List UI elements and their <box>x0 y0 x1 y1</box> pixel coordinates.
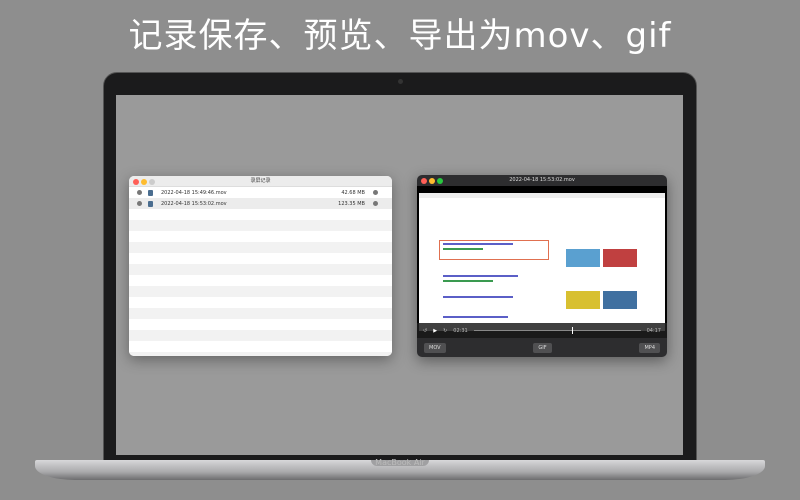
device-label: MacBook Air <box>375 458 425 467</box>
video-thumbnail <box>603 291 637 309</box>
browser-toolbar <box>419 193 665 198</box>
file-icon <box>148 189 153 196</box>
title-bar: 2022-04-18 15:53:02.mov <box>417 175 667 186</box>
file-name: 2022-04-18 15:49:46.mov <box>161 189 227 196</box>
forward-icon[interactable]: ↻ <box>443 328 447 334</box>
result-link <box>443 316 508 318</box>
zoom-button[interactable] <box>437 178 443 184</box>
video-thumbnail <box>566 249 600 267</box>
settings-icon[interactable] <box>137 201 142 206</box>
headline: 记录保存、预览、导出为mov、gif <box>128 16 672 56</box>
result-url <box>443 280 493 282</box>
slider-knob[interactable] <box>572 327 574 334</box>
title-bar: 录屏记录 <box>129 176 392 187</box>
list-item[interactable]: 2022-04-18 15:53:02.mov 123.35 MB <box>129 198 392 209</box>
video-frame <box>419 193 665 331</box>
progress-slider[interactable] <box>473 327 641 334</box>
window-title: 录屏记录 <box>250 178 271 184</box>
video-thumbnail <box>566 291 600 309</box>
more-icon[interactable] <box>373 190 378 195</box>
list-item[interactable]: 2022-04-18 15:49:46.mov 42.68 MB <box>129 187 392 198</box>
video-player[interactable]: ↺ ▶ ↻ 02:31 04:17 <box>417 186 667 338</box>
play-icon[interactable]: ▶ <box>433 328 437 334</box>
file-icon <box>148 200 153 207</box>
records-window: 录屏记录 2022-04-18 15:49:46.mov 42.68 MB 20… <box>129 176 392 356</box>
file-name: 2022-04-18 15:53:02.mov <box>161 200 227 207</box>
more-icon[interactable] <box>373 201 378 206</box>
file-size: 42.68 MB <box>341 189 365 196</box>
file-size: 123.35 MB <box>338 200 365 207</box>
export-gif-button[interactable]: GIF <box>533 342 552 353</box>
camera <box>398 79 403 84</box>
close-button[interactable] <box>421 178 427 184</box>
empty-rows <box>129 209 392 356</box>
result-link <box>443 296 513 298</box>
video-thumbnail <box>603 249 637 267</box>
total-time: 04:17 <box>646 327 661 334</box>
result-link <box>443 275 518 277</box>
rewind-icon[interactable]: ↺ <box>423 328 427 334</box>
current-time: 02:31 <box>453 327 468 334</box>
export-bar: MOV GIF MP4 <box>417 338 667 357</box>
preview-window: 2022-04-18 15:53:02.mov ↺ ▶ ↻ 02:31 04:1… <box>417 175 667 357</box>
export-mp4-button[interactable]: MP4 <box>639 342 660 353</box>
result-link <box>443 243 513 245</box>
settings-icon[interactable] <box>137 190 142 195</box>
records-list: 2022-04-18 15:49:46.mov 42.68 MB 2022-04… <box>129 187 392 356</box>
zoom-button[interactable] <box>149 179 155 185</box>
minimize-button[interactable] <box>141 179 147 185</box>
playback-controls: ↺ ▶ ↻ 02:31 04:17 <box>417 323 667 338</box>
minimize-button[interactable] <box>429 178 435 184</box>
close-button[interactable] <box>133 179 139 185</box>
window-title: 2022-04-18 15:53:02.mov <box>509 177 575 183</box>
export-mov-button[interactable]: MOV <box>424 342 446 353</box>
result-url <box>443 248 483 250</box>
